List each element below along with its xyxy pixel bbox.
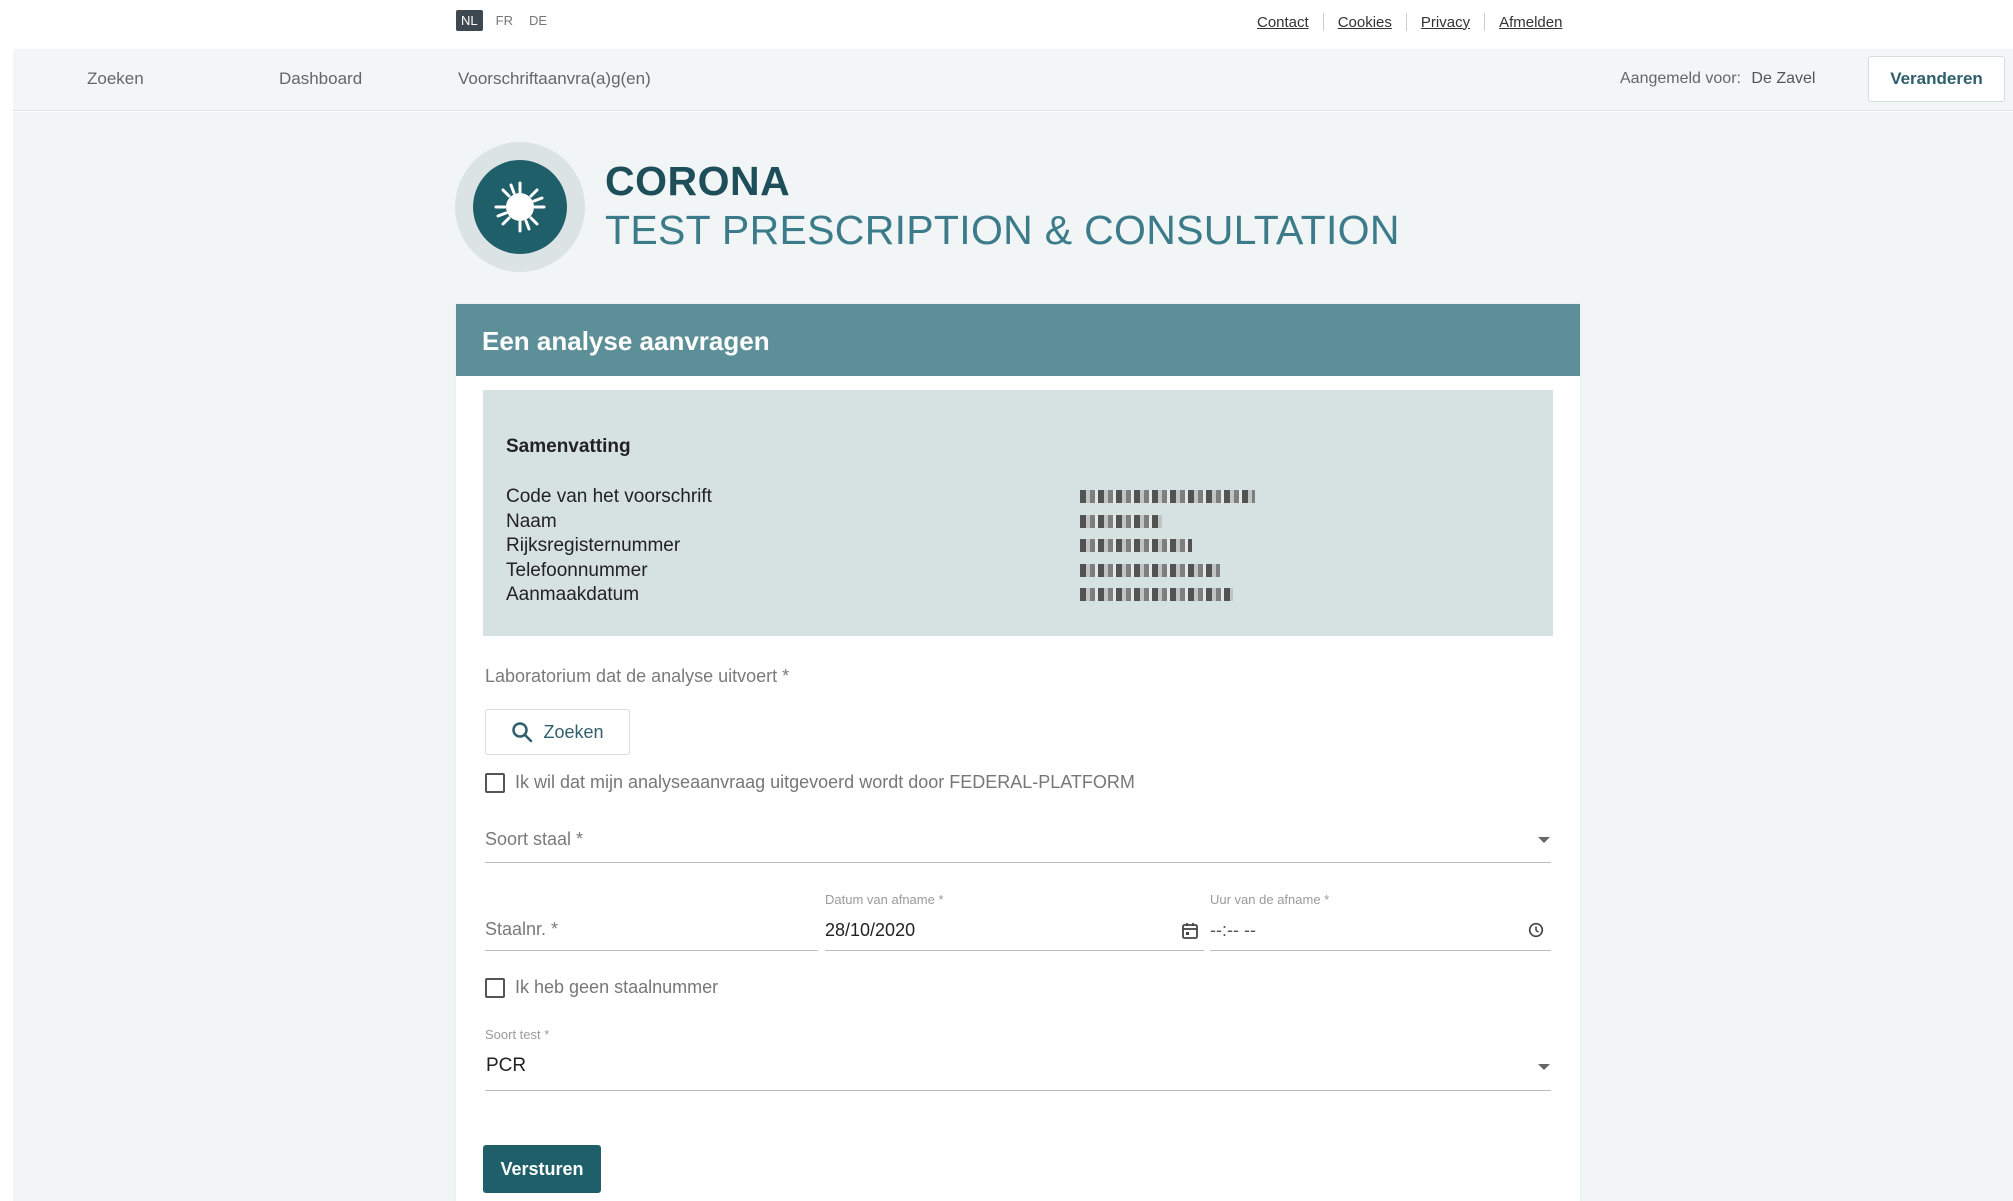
sampling-date-label: Datum van afname * <box>825 892 944 907</box>
logout-link[interactable]: Afmelden <box>1499 14 1562 31</box>
lab-search-button[interactable]: Zoeken <box>485 709 630 755</box>
calendar-icon[interactable] <box>1181 922 1199 940</box>
divider <box>1322 13 1324 31</box>
redacted-value <box>1080 539 1192 552</box>
test-type-value: PCR <box>486 1055 527 1076</box>
summary-row: Code van het voorschrift <box>506 485 1530 510</box>
lab-label: Laboratorium dat de analyse uitvoert * <box>485 666 790 686</box>
summary-label: Naam <box>506 510 557 532</box>
account-label: Aangemeld voor: <box>1620 70 1741 87</box>
search-icon <box>512 722 533 743</box>
hero-subtitle: TEST PRESCRIPTION & CONSULTATION <box>605 207 1400 253</box>
summary-row: Aanmaakdatum <box>506 583 1530 608</box>
hero-text: CORONA TEST PRESCRIPTION & CONSULTATION <box>605 158 1400 256</box>
chevron-down-icon <box>1538 1064 1550 1070</box>
top-links: Contact Cookies Privacy Afmelden <box>1257 13 1562 31</box>
search-button-label: Zoeken <box>543 721 604 742</box>
summary-row: Rijksregisternummer <box>506 534 1530 559</box>
lang-de[interactable]: DE <box>526 10 550 31</box>
summary-heading: Samenvatting <box>506 436 631 457</box>
main-navbar: Zoeken Dashboard Voorschriftaanvra(a)g(e… <box>13 49 2013 111</box>
summary-row: Naam <box>506 510 1530 535</box>
utility-bar: NL FR DE Contact Cookies Privacy Afmelde… <box>0 0 2013 49</box>
sample-number-label: Staalnr. * <box>485 919 559 939</box>
sample-type-select[interactable]: Soort staal * <box>485 814 1551 863</box>
virus-icon <box>473 160 567 254</box>
submit-button[interactable]: Versturen <box>483 1145 601 1193</box>
federal-platform-label: Ik wil dat mijn analyseaanvraag uitgevoe… <box>515 772 1135 792</box>
summary-label: Rijksregisternummer <box>506 535 681 556</box>
hero-banner: CORONA TEST PRESCRIPTION & CONSULTATION <box>455 142 1400 272</box>
sampling-date-field[interactable]: Datum van afname * 28/10/2020 <box>825 892 1204 951</box>
sampling-time-label: Uur van de afname * <box>1210 892 1330 907</box>
redacted-value <box>1080 514 1162 528</box>
nav-item-dashboard[interactable]: Dashboard <box>279 69 362 89</box>
account-info: Aangemeld voor: De Zavel <box>1620 70 1815 88</box>
clock-icon[interactable] <box>1528 922 1544 938</box>
no-sample-number-checkbox[interactable] <box>485 977 505 998</box>
sampling-time-field[interactable]: Uur van de afname * --:-- -- <box>1210 892 1551 951</box>
federal-platform-checkbox-row[interactable]: Ik wil dat mijn analyseaanvraag uitgevoe… <box>485 772 1135 793</box>
summary-box: Samenvatting Code van het voorschrift Na… <box>483 390 1553 636</box>
sampling-date-value: 28/10/2020 <box>825 920 916 940</box>
contact-link[interactable]: Contact <box>1257 14 1309 31</box>
language-switcher: NL FR DE <box>456 10 550 31</box>
no-sample-number-label: Ik heb geen staalnummer <box>515 977 719 997</box>
test-type-select[interactable]: Soort test * PCR <box>485 1027 1551 1091</box>
sample-type-label: Soort staal * <box>485 829 584 849</box>
test-type-label: Soort test * <box>485 1027 550 1042</box>
privacy-link[interactable]: Privacy <box>1421 14 1470 31</box>
divider <box>1405 13 1407 31</box>
account-name: De Zavel <box>1751 70 1816 87</box>
lang-nl[interactable]: NL <box>456 10 483 31</box>
redacted-value <box>1080 563 1220 577</box>
form-title: Een analyse aanvragen <box>456 304 1580 376</box>
lang-fr[interactable]: FR <box>493 10 516 31</box>
no-sample-number-checkbox-row[interactable]: Ik heb geen staalnummer <box>485 977 718 998</box>
federal-platform-checkbox[interactable] <box>485 772 505 793</box>
chevron-down-icon <box>1538 837 1550 843</box>
hero-title: CORONA <box>605 158 791 204</box>
divider <box>1484 13 1486 31</box>
sample-number-field[interactable]: Staalnr. * <box>485 899 818 951</box>
request-form-card: Een analyse aanvragen Samenvatting Code … <box>456 304 1580 1201</box>
summary-row: Telefoonnummer <box>506 559 1530 584</box>
change-account-button[interactable]: Veranderen <box>1868 56 2005 102</box>
redacted-value <box>1080 490 1255 503</box>
sampling-time-value: --:-- -- <box>1210 920 1256 940</box>
redacted-value <box>1080 588 1233 601</box>
nav-item-search[interactable]: Zoeken <box>87 69 144 89</box>
summary-label: Aanmaakdatum <box>506 584 640 605</box>
summary-label: Telefoonnummer <box>506 559 648 581</box>
summary-label: Code van het voorschrift <box>506 486 712 507</box>
nav-item-prescriptions[interactable]: Voorschriftaanvra(a)g(en) <box>458 69 651 89</box>
cookies-link[interactable]: Cookies <box>1338 14 1392 31</box>
corona-logo <box>455 142 585 272</box>
